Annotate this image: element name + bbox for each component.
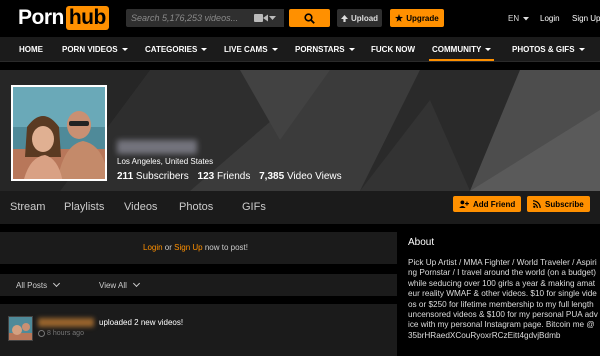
nav-label: PORN VIDEOS xyxy=(62,45,118,54)
nav-item-photos-gifs[interactable]: PHOTOS & GIFS xyxy=(512,37,585,62)
post-prompt-message: Login or Sign Up now to post! xyxy=(143,243,248,252)
post-or-text: or xyxy=(162,243,175,252)
chevron-down-icon xyxy=(53,279,61,288)
views-label: Video Views xyxy=(286,171,342,182)
nav-item-porn-videos[interactable]: PORN VIDEOS xyxy=(62,37,128,62)
chevron-down-icon xyxy=(523,16,530,21)
feed-action-text: uploaded 2 new videos! xyxy=(99,318,184,327)
chevron-down-icon xyxy=(269,15,276,20)
views-count: 7,385 xyxy=(259,171,285,182)
upload-arrow-icon xyxy=(340,14,348,22)
tab-videos[interactable]: Videos xyxy=(124,201,157,213)
post-login-link[interactable]: Login xyxy=(143,243,163,252)
feed-timestamp: 8 hours ago xyxy=(47,330,84,337)
subscribers-label: Subscribers xyxy=(135,171,189,182)
tab-stream[interactable]: Stream xyxy=(10,201,45,213)
nav-label: COMMUNITY xyxy=(432,45,482,54)
search-button[interactable] xyxy=(289,9,330,27)
username-redacted xyxy=(117,140,197,154)
caret-down-icon xyxy=(201,48,208,52)
nav-item-live-cams[interactable]: LIVE CAMS xyxy=(224,37,278,62)
feed-username-redacted xyxy=(38,318,94,327)
chevron-down-icon xyxy=(132,279,140,288)
add-friend-button[interactable]: Add Friend xyxy=(453,196,522,212)
nav-label: PHOTOS & GIFS xyxy=(512,45,575,54)
about-text: Pick Up Artist / MMA Fighter / World Tra… xyxy=(408,258,598,340)
caret-down-icon xyxy=(485,48,492,52)
profile-avatar[interactable] xyxy=(11,85,107,181)
language-selector[interactable]: EN xyxy=(508,14,530,23)
star-icon xyxy=(395,14,404,22)
search-icon xyxy=(304,12,315,24)
signup-link[interactable]: Sign Up xyxy=(572,14,600,23)
all-posts-dropdown[interactable]: All Posts xyxy=(16,279,61,290)
logo-text-porn: Porn xyxy=(18,6,64,29)
upgrade-button[interactable]: Upgrade xyxy=(390,9,444,27)
view-all-dropdown[interactable]: View All xyxy=(99,279,140,290)
subscribers-count: 211 xyxy=(117,171,134,182)
nav-label: HOME xyxy=(19,45,43,54)
nav-label: CATEGORIES xyxy=(145,45,198,54)
caret-down-icon xyxy=(578,48,585,52)
caret-down-icon xyxy=(121,48,128,52)
logo-text-hub: hub xyxy=(65,6,109,30)
add-user-icon xyxy=(459,200,469,208)
subscribe-label: Subscribe xyxy=(545,199,584,209)
upgrade-label: Upgrade xyxy=(406,13,439,23)
feed-avatar[interactable] xyxy=(8,316,33,341)
subscribe-button[interactable]: Subscribe xyxy=(527,196,590,212)
nav-label: PORNSTARS xyxy=(295,45,345,54)
profile-stats: 211 Subscribers 123 Friends 7,385 Video … xyxy=(117,171,342,182)
top-header: Porn hub Upload Upgrade EN xyxy=(0,0,600,37)
nav-item-community[interactable]: COMMUNITY xyxy=(428,37,495,62)
video-camera-icon xyxy=(254,14,268,22)
profile-location: Los Angeles, United States xyxy=(117,157,214,166)
upload-label: Upload xyxy=(350,13,379,23)
nav-item-home[interactable]: HOME xyxy=(19,37,43,62)
caret-down-icon xyxy=(271,48,278,52)
tab-photos[interactable]: Photos xyxy=(179,201,213,213)
tab-gifs[interactable]: GIFs xyxy=(242,201,266,213)
feed-avatar-photo xyxy=(9,317,32,340)
upload-button[interactable]: Upload xyxy=(337,9,382,27)
nav-label: FUCK NOW xyxy=(371,45,415,54)
nav-item-categories[interactable]: CATEGORIES xyxy=(145,37,208,62)
all-posts-label: All Posts xyxy=(16,281,48,290)
avatar-photo xyxy=(13,87,105,179)
post-signup-link[interactable]: Sign Up xyxy=(174,243,202,252)
caret-down-icon xyxy=(348,48,355,52)
nav-label: LIVE CAMS xyxy=(224,45,268,54)
site-logo[interactable]: Porn hub xyxy=(18,6,109,30)
friends-label: Friends xyxy=(216,171,251,182)
add-friend-label: Add Friend xyxy=(473,199,516,209)
post-rest-text: now to post! xyxy=(202,243,248,252)
main-nav: HOME PORN VIDEOS CATEGORIES LIVE CAMS PO… xyxy=(0,37,600,62)
clock-icon xyxy=(38,330,45,337)
nav-item-fuck-now[interactable]: FUCK NOW xyxy=(371,37,415,62)
about-heading: About xyxy=(408,237,435,248)
language-label: EN xyxy=(508,14,520,23)
view-all-label: View All xyxy=(99,281,127,290)
nav-item-pornstars[interactable]: PORNSTARS xyxy=(295,37,355,62)
tab-playlists[interactable]: Playlists xyxy=(64,201,104,213)
rss-icon xyxy=(533,200,541,208)
search-type-dropdown[interactable] xyxy=(254,12,280,24)
login-link[interactable]: Login xyxy=(540,14,560,23)
friends-count: 123 xyxy=(197,171,215,182)
stream-filter-bar xyxy=(0,274,397,296)
